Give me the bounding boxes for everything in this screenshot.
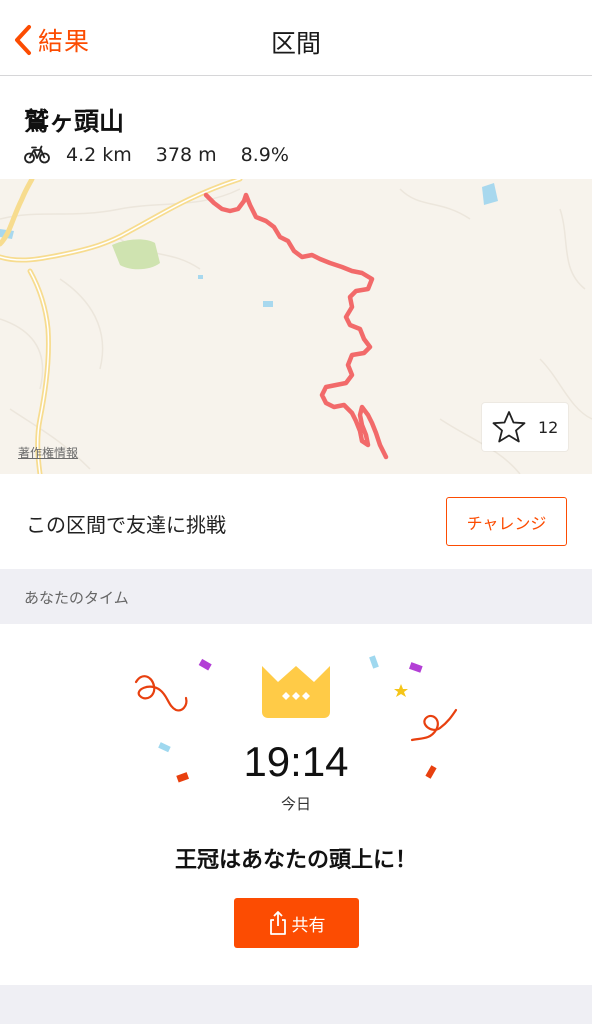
map-attribution-link[interactable]: 著作権情報 xyxy=(18,444,78,461)
navigation-bar: 結果 区間 xyxy=(0,0,592,76)
segment-elevation: 378 m xyxy=(155,144,217,166)
segment-distance: 4.2 km xyxy=(66,144,132,166)
share-button[interactable]: 共有 xyxy=(234,898,359,948)
challenge-prompt: この区間で友達に挑戦 xyxy=(26,513,226,537)
segment-map[interactable]: 著作権情報 12 xyxy=(0,179,592,474)
kom-message: 王冠はあなたの頭上に！ xyxy=(174,848,417,873)
segment-grade: 8.9% xyxy=(240,144,289,166)
star-icon xyxy=(492,411,526,443)
star-segment-button[interactable]: 12 xyxy=(482,403,568,451)
segment-time: 19:14 xyxy=(243,738,349,785)
bottom-divider xyxy=(0,985,592,1024)
section-header-your-time: あなたのタイム xyxy=(0,569,592,624)
segment-stats: 4.2 km 378 m 8.9% xyxy=(24,142,313,168)
segment-name: 鷲ヶ頭山 xyxy=(24,107,125,136)
share-label: 共有 xyxy=(291,915,326,936)
challenge-button[interactable]: チャレンジ xyxy=(446,497,567,546)
bicycle-icon xyxy=(24,145,50,164)
section-label: あなたのタイム xyxy=(24,589,129,607)
share-icon xyxy=(269,911,286,935)
crown-icon xyxy=(262,666,330,718)
star-count: 12 xyxy=(538,417,559,437)
segment-route xyxy=(203,192,389,460)
time-date-label: 今日 xyxy=(280,795,311,813)
page-title: 区間 xyxy=(270,29,321,58)
